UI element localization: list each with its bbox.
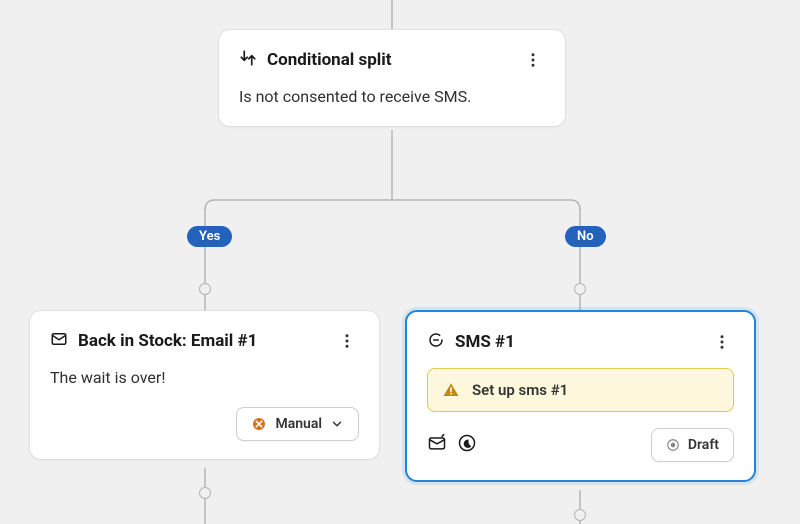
- chevron-down-icon: [330, 417, 344, 431]
- email-card-title: Back in Stock: Email #1: [78, 331, 325, 351]
- warning-icon: [442, 381, 460, 399]
- sms-icon: [427, 331, 445, 353]
- conditional-split-card[interactable]: Conditional split Is not consented to re…: [218, 29, 566, 127]
- conditional-split-title: Conditional split: [267, 50, 511, 70]
- node-dot-left-out: [199, 487, 211, 499]
- node-dot-right-out: [574, 509, 586, 521]
- conditional-split-description: Is not consented to receive SMS.: [239, 86, 545, 108]
- node-dot-left: [199, 283, 211, 295]
- split-icon: [239, 49, 257, 71]
- email-card-description: The wait is over!: [50, 367, 359, 389]
- sms-card-title: SMS #1: [455, 332, 700, 352]
- manual-dropdown-button[interactable]: Manual: [236, 407, 359, 441]
- more-button[interactable]: [521, 48, 545, 72]
- email-icon: [50, 330, 68, 352]
- more-vertical-icon: [338, 332, 356, 350]
- draft-status-icon: [666, 438, 680, 452]
- more-vertical-icon: [524, 51, 542, 69]
- manual-icon: [251, 416, 267, 432]
- sms-alert-text: Set up sms #1: [472, 381, 568, 399]
- branch-yes-badge: Yes: [187, 226, 232, 247]
- more-button[interactable]: [335, 329, 359, 353]
- node-dot-right: [574, 283, 586, 295]
- email-card[interactable]: Back in Stock: Email #1 The wait is over…: [29, 310, 380, 460]
- branch-no-badge: No: [565, 226, 606, 247]
- draft-status-label: Draft: [688, 437, 719, 453]
- more-button[interactable]: [710, 330, 734, 354]
- smart-send-icon[interactable]: [427, 433, 447, 457]
- more-vertical-icon: [713, 333, 731, 351]
- manual-label: Manual: [275, 416, 322, 432]
- sms-card[interactable]: SMS #1 Set up sms #1: [405, 310, 756, 482]
- draft-status-button[interactable]: Draft: [651, 428, 734, 462]
- sms-settings-icons: [427, 433, 477, 457]
- sms-alert[interactable]: Set up sms #1: [427, 368, 734, 412]
- quiet-hours-icon[interactable]: [457, 433, 477, 457]
